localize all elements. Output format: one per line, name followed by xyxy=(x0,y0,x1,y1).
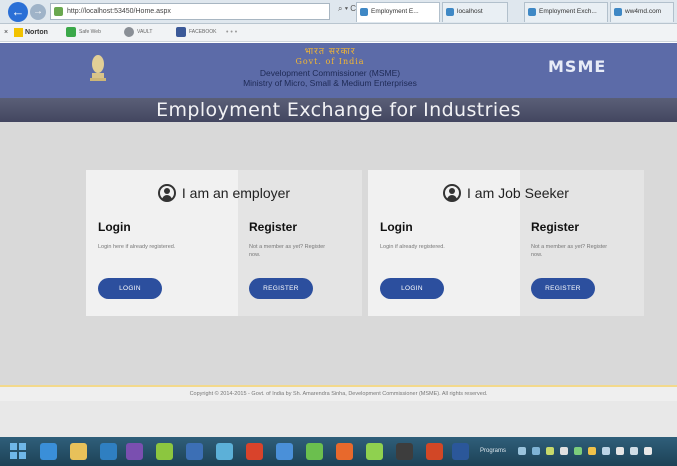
app-icon-leaf[interactable] xyxy=(306,443,323,460)
employer-heading: I am an employer xyxy=(86,184,362,202)
tab-favicon-icon xyxy=(614,8,622,16)
tab-favicon-icon xyxy=(446,8,454,16)
tray-app-icon[interactable] xyxy=(532,447,540,455)
tray-app-icon[interactable] xyxy=(588,447,596,455)
safe-web-button[interactable]: Safe Web xyxy=(66,27,101,39)
word-icon[interactable] xyxy=(452,443,469,460)
flag-icon[interactable] xyxy=(616,447,624,455)
windows-taskbar: Programs xyxy=(0,437,677,466)
job-seeker-card: I am Job Seeker Login Login if already r… xyxy=(368,170,644,316)
safe-web-icon xyxy=(66,27,76,38)
job-seeker-heading: I am Job Seeker xyxy=(368,184,644,202)
app-icon-dark[interactable] xyxy=(396,443,413,460)
network-icon[interactable] xyxy=(602,447,610,455)
norton-toolbar: × Norton Safe Web VAULT FACEBOOK • • • xyxy=(0,24,677,42)
forward-arrow-icon[interactable]: → xyxy=(30,4,46,20)
employer-login-text: Login here if already registered. xyxy=(98,244,176,250)
employer-register-title: Register xyxy=(249,220,298,234)
ministry-line: Ministry of Micro, Small & Medium Enterp… xyxy=(243,78,417,88)
app-icon-lime[interactable] xyxy=(366,443,383,460)
employer-register-text: Not a member as yet? Register now. xyxy=(249,244,326,258)
employer-register-button[interactable]: REGISTER xyxy=(249,278,313,299)
vault-label: VAULT xyxy=(137,29,153,36)
outlook-icon[interactable] xyxy=(100,443,117,460)
seeker-register-text: Not a member as yet? Register now. xyxy=(531,244,608,258)
safe-web-label: Safe Web xyxy=(79,29,101,36)
norton-check-icon xyxy=(14,27,23,37)
seeker-login-button[interactable]: LOGIN xyxy=(380,278,444,299)
close-toolbar-icon[interactable]: × xyxy=(4,27,8,39)
system-tray: Programs xyxy=(480,445,670,458)
tab-favicon-icon xyxy=(528,8,536,16)
tab-employment[interactable]: Employment E... xyxy=(356,2,440,22)
tray-app-icon[interactable] xyxy=(560,447,568,455)
volume-icon[interactable] xyxy=(644,447,652,455)
address-bar[interactable]: http://localhost:53450/Home.aspx xyxy=(50,3,330,20)
hindi-govt-title: भारत सरकार xyxy=(304,47,356,57)
file-explorer-icon[interactable] xyxy=(70,443,87,460)
ie-browser-icon[interactable] xyxy=(40,443,57,460)
back-arrow-icon[interactable]: ← xyxy=(8,2,28,22)
visual-studio-icon[interactable] xyxy=(126,443,143,460)
tab-label: localhost xyxy=(457,8,483,15)
national-emblem-icon xyxy=(90,55,106,81)
windows-start-icon[interactable] xyxy=(10,443,27,460)
tab-label: Employment E... xyxy=(371,8,419,15)
page-title: Employment Exchange for Industries xyxy=(156,99,521,121)
tab-favicon-icon xyxy=(360,8,368,16)
tab-ww4md[interactable]: ww4md.com xyxy=(610,2,674,22)
app-icon-orange[interactable] xyxy=(336,443,353,460)
dc-msme-line: Development Commissioner (MSME) xyxy=(259,68,401,78)
app-icon-lightblue[interactable] xyxy=(216,443,233,460)
programs-label[interactable]: Programs xyxy=(480,445,506,458)
job-seeker-heading-text: I am Job Seeker xyxy=(467,185,569,201)
govt-of-india-line: Govt. of India xyxy=(295,57,365,66)
vault-icon xyxy=(124,27,134,38)
powerpoint-icon[interactable] xyxy=(426,443,443,460)
tab-localhost[interactable]: localhost xyxy=(442,2,508,22)
norton-button[interactable]: Norton xyxy=(14,27,48,39)
user-icon xyxy=(157,184,176,202)
norton-label: Norton xyxy=(25,29,48,36)
address-url: http://localhost:53450/Home.aspx xyxy=(67,8,171,15)
filezilla-icon[interactable] xyxy=(246,443,263,460)
msme-logo: MSME xyxy=(548,57,607,76)
tray-app-icon[interactable] xyxy=(518,447,526,455)
app-icon-blue[interactable] xyxy=(186,443,203,460)
seeker-register-button[interactable]: REGISTER xyxy=(531,278,595,299)
tab-employment-exchange[interactable]: Employment Exch... xyxy=(524,2,608,22)
employer-heading-text: I am an employer xyxy=(181,185,291,201)
tab-label: Employment Exch... xyxy=(539,8,597,15)
address-tools[interactable]: ⌕ ▾ C xyxy=(338,4,356,14)
site-header: भारत सरकार Govt. of India Development Co… xyxy=(0,43,677,98)
power-icon[interactable] xyxy=(630,447,638,455)
tab-label: ww4md.com xyxy=(625,8,662,15)
copyright-footer: Copyright © 2014-2015 - Govt. of India b… xyxy=(0,387,677,401)
vault-button[interactable]: VAULT xyxy=(124,27,152,39)
facebook-label: FACEBOOK xyxy=(189,29,217,36)
seeker-login-text: Login if already registered. xyxy=(380,244,445,250)
toolbar-more[interactable]: • • • xyxy=(226,27,237,39)
main-content: I am an employer Login Login here if alr… xyxy=(0,122,677,385)
app-icon-cloud[interactable] xyxy=(276,443,293,460)
facebook-icon xyxy=(176,27,186,38)
facebook-button[interactable]: FACEBOOK xyxy=(176,27,217,39)
tray-app-icon[interactable] xyxy=(546,447,554,455)
employer-login-button[interactable]: LOGIN xyxy=(98,278,162,299)
tray-app-icon[interactable] xyxy=(574,447,582,455)
employer-card: I am an employer Login Login here if alr… xyxy=(86,170,362,316)
seeker-login-title: Login xyxy=(380,220,413,234)
app-icon-green[interactable] xyxy=(156,443,173,460)
employer-login-title: Login xyxy=(98,220,131,234)
browser-title-bar: ← → http://localhost:53450/Home.aspx ⌕ ▾… xyxy=(0,0,677,24)
title-band: Employment Exchange for Industries xyxy=(0,98,677,122)
page-favicon-icon xyxy=(54,7,63,16)
user-icon xyxy=(443,184,462,202)
page-bottom-area xyxy=(0,401,677,437)
seeker-register-title: Register xyxy=(531,220,580,234)
